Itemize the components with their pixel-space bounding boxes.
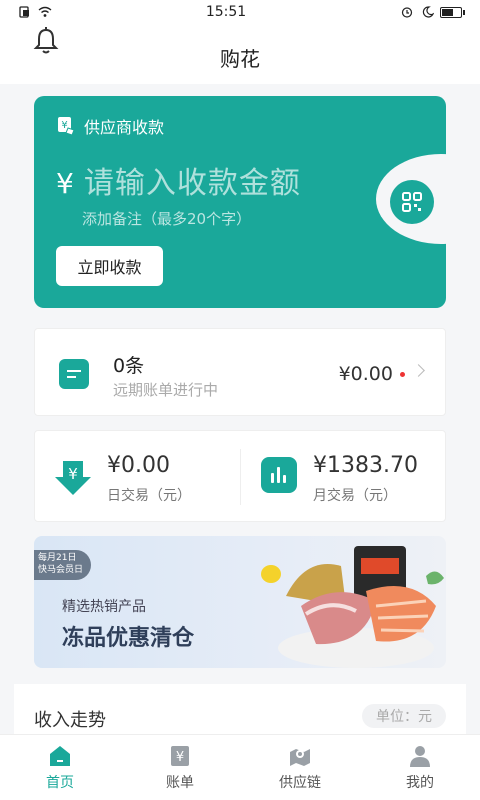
payment-card-heading: ¥ 供应商收款	[56, 114, 164, 138]
chevron-right-icon	[412, 364, 425, 377]
banner-title: 冻品优惠清仓	[62, 626, 195, 651]
status-bar: 15:51	[0, 0, 480, 24]
member-day-tag: 每月21日 快马会员日	[34, 550, 92, 580]
tab-supply-chain-label: 供应链	[279, 774, 321, 791]
bell-icon[interactable]	[32, 26, 60, 56]
receipt-money-icon: ¥	[58, 117, 75, 136]
bill-amount: ¥0.00	[338, 363, 393, 385]
app-header: 购花	[0, 24, 480, 84]
moon-icon	[422, 6, 434, 18]
stats-divider	[240, 449, 241, 505]
bill-description: 远期账单进行中	[113, 381, 219, 399]
currency-symbol: ¥	[56, 167, 74, 200]
member-day-tag-line1: 每月21日	[38, 553, 77, 563]
unit-badge: 单位：元	[362, 704, 446, 728]
status-right	[400, 6, 465, 18]
member-day-tag-line2: 快马会员日	[38, 565, 84, 575]
daily-transaction-label: 日交易（元）	[107, 488, 191, 504]
tab-home-label: 首页	[46, 774, 74, 791]
promo-banner[interactable]: 每月21日 快马会员日 精选热销产品 冻品优惠清仓	[34, 536, 446, 668]
map-pin-icon	[290, 748, 310, 766]
income-trend-title: 收入走势	[34, 710, 106, 731]
home-icon	[50, 745, 70, 766]
income-trend-section: 收入走势 单位：元	[14, 684, 466, 734]
tab-mine-label: 我的	[406, 774, 434, 791]
bill-icon: ¥	[171, 745, 189, 766]
yen-arrow-down-icon: ¥	[55, 461, 91, 495]
status-left	[18, 6, 52, 18]
user-icon	[410, 745, 430, 767]
page-title: 购花	[220, 46, 260, 71]
amount-input[interactable]: ¥ 请输入收款金额	[56, 158, 301, 202]
tab-mine[interactable]: 我的	[360, 735, 480, 800]
tab-bill-label: 账单	[166, 774, 194, 791]
payment-card-title: 供应商收款	[84, 118, 165, 137]
wifi-icon	[38, 6, 52, 17]
bill-count: 0条	[113, 355, 145, 377]
svg-text:¥: ¥	[61, 120, 67, 131]
tab-supply-chain[interactable]: 供应链	[240, 735, 360, 800]
document-icon	[59, 359, 89, 389]
sim-icon	[19, 6, 29, 18]
qr-code-icon	[402, 192, 422, 212]
monthly-transaction-label: 月交易（元）	[313, 488, 397, 504]
amount-placeholder: 请输入收款金额	[83, 166, 301, 201]
alarm-icon	[401, 7, 413, 18]
transaction-stats-card: ¥ ¥0.00 日交易（元） ¥1383.70 月交易（元）	[34, 430, 446, 522]
note-input[interactable]: 添加备注（最多20个字）	[82, 208, 251, 229]
status-time: 15:51	[205, 4, 247, 20]
frozen-food-illustration	[261, 546, 444, 668]
main-content: ¥ 供应商收款 ¥ 请输入收款金额 添加备注（最多20个字） 立即收款 0条 远…	[0, 84, 480, 734]
daily-transaction-value: ¥0.00	[107, 453, 170, 478]
bottom-tab-bar: 首页 ¥ 账单 供应链 我的	[0, 734, 480, 800]
battery-icon	[439, 6, 465, 18]
banner-subtitle: 精选热销产品	[62, 599, 146, 615]
tab-home[interactable]: 首页	[0, 735, 120, 800]
notification-dot	[400, 372, 405, 377]
bar-chart-icon	[261, 457, 297, 493]
collect-now-button[interactable]: 立即收款	[56, 246, 163, 286]
qr-scan-button[interactable]	[390, 180, 434, 224]
monthly-transaction-value: ¥1383.70	[313, 453, 418, 478]
forward-bill-card[interactable]: 0条 远期账单进行中 ¥0.00	[34, 328, 446, 416]
tab-bill[interactable]: ¥ 账单	[120, 735, 240, 800]
svg-text:¥: ¥	[68, 465, 78, 483]
svg-text:¥: ¥	[176, 750, 184, 765]
supplier-payment-card: ¥ 供应商收款 ¥ 请输入收款金额 添加备注（最多20个字） 立即收款	[34, 96, 446, 308]
